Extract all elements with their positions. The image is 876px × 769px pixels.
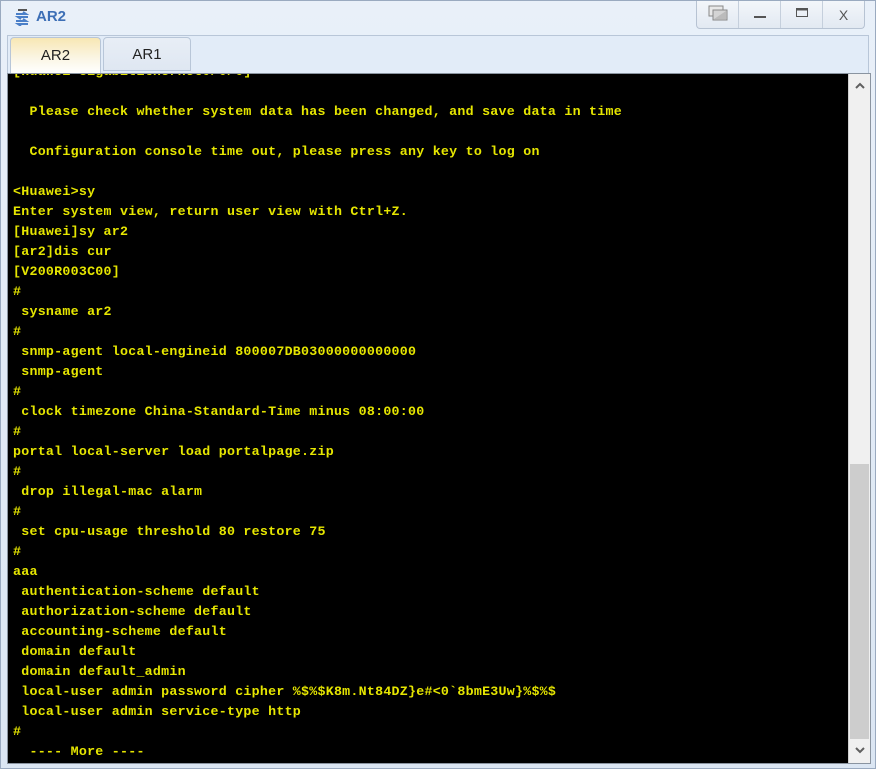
terminal-line: [ar2]dis cur: [13, 244, 112, 259]
terminal-line: <Huawei>sy: [13, 184, 96, 199]
terminal-line: local-user admin service-type http: [13, 704, 302, 719]
terminal-line: drop illegal-mac alarm: [13, 484, 203, 499]
terminal-lines: [Huawei-GigabitEthernet0/0/0] Please che…: [13, 74, 622, 762]
terminal-line: #: [13, 424, 22, 439]
tab-ar1[interactable]: AR1: [103, 37, 191, 71]
scroll-up-button[interactable]: [849, 76, 870, 96]
console-window: AR2 X AR2 AR1 Please check whether syste…: [0, 0, 876, 769]
terminal-line: sysname ar2: [13, 304, 112, 319]
close-icon: X: [838, 6, 849, 23]
terminal-line: #: [13, 324, 22, 339]
terminal-line: Enter system view, return user view with…: [13, 204, 409, 219]
minimize-button[interactable]: [738, 1, 780, 28]
terminal-line: domain default_admin: [13, 664, 186, 679]
terminal-line: [Huawei-GigabitEthernet0/0/0]: [13, 74, 622, 82]
device-tab-bar: AR2 AR1: [7, 35, 869, 74]
terminal-line: snmp-agent: [13, 364, 104, 379]
terminal-line: [Huawei]sy ar2: [13, 224, 129, 239]
restore-icon: [707, 5, 729, 24]
terminal-line: #: [13, 504, 22, 519]
close-button[interactable]: X: [822, 1, 864, 28]
vertical-scrollbar[interactable]: [848, 74, 870, 763]
terminal-line: set cpu-usage threshold 80 restore 75: [13, 524, 326, 539]
terminal-output[interactable]: [Huawei-GigabitEthernet0/0/0] Please che…: [8, 74, 848, 763]
terminal-line: #: [13, 464, 22, 479]
terminal-line: Please check whether system data has bee…: [13, 104, 622, 119]
restore-window-button[interactable]: [697, 1, 738, 28]
terminal-line: authorization-scheme default: [13, 604, 252, 619]
terminal-line: Configuration console time out, please p…: [13, 144, 540, 159]
tab-label: AR1: [132, 45, 162, 63]
minimize-icon: [753, 6, 767, 23]
terminal-line: #: [13, 384, 22, 399]
terminal-line: clock timezone China-Standard-Time minus…: [13, 404, 425, 419]
terminal-line: local-user admin password cipher %$%$K8m…: [13, 684, 557, 699]
terminal-line: #: [13, 724, 22, 739]
window-title: AR2: [36, 8, 67, 25]
maximize-button[interactable]: [780, 1, 822, 28]
terminal-line: [V200R003C00]: [13, 264, 120, 279]
terminal-line: #: [13, 284, 22, 299]
chevron-down-icon: [854, 745, 865, 757]
chevron-up-icon: [854, 80, 865, 92]
tab-label: AR2: [40, 47, 71, 64]
terminal-line: accounting-scheme default: [13, 624, 227, 639]
terminal-line: snmp-agent local-engineid 800007DB030000…: [13, 344, 417, 359]
network-device-icon: [13, 8, 31, 27]
console-frame: [Huawei-GigabitEthernet0/0/0] Please che…: [7, 73, 871, 764]
terminal-line: ---- More ----: [13, 744, 145, 759]
terminal-line: #: [13, 544, 22, 559]
title-bar[interactable]: AR2 X: [1, 1, 875, 33]
window-controls: X: [696, 1, 865, 29]
terminal-line: authentication-scheme default: [13, 584, 260, 599]
scrollbar-thumb[interactable]: [850, 464, 869, 739]
terminal-line: domain default: [13, 644, 137, 659]
scroll-down-button[interactable]: [849, 741, 870, 761]
maximize-icon: [795, 6, 809, 23]
terminal-line: aaa: [13, 564, 38, 579]
terminal-line: portal local-server load portalpage.zip: [13, 444, 334, 459]
tab-ar2[interactable]: AR2: [10, 37, 101, 73]
